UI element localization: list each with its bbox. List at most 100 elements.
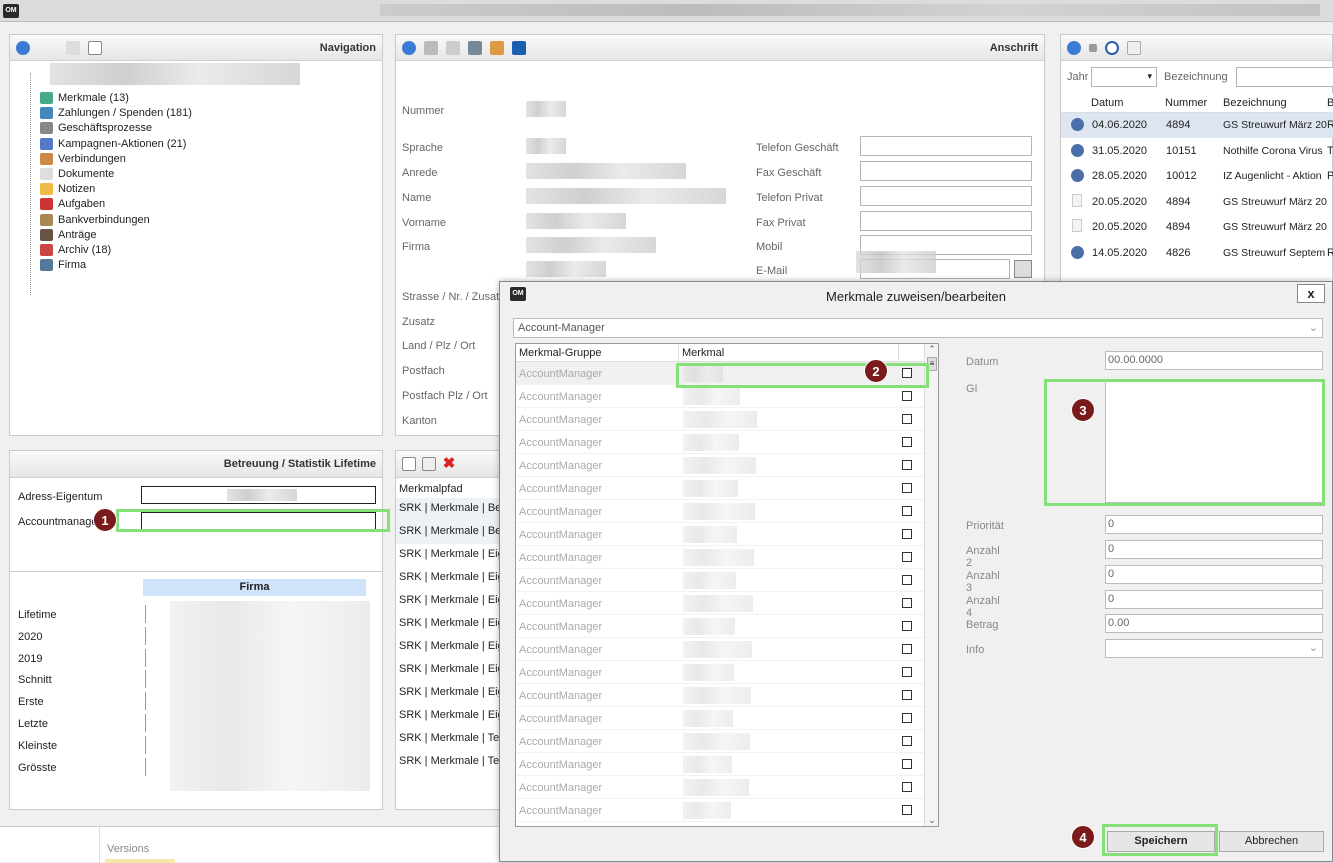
- globe-icon[interactable]: [402, 40, 416, 55]
- merkmal-row[interactable]: AccountManager: [516, 776, 924, 799]
- refresh-icon[interactable]: [424, 40, 438, 55]
- edit-document-icon[interactable]: [422, 457, 436, 471]
- merkmal-checkbox[interactable]: [902, 575, 912, 585]
- merkmalpfad-row[interactable]: SRK | Merkmale | Tech: [396, 728, 504, 751]
- tree-item[interactable]: Merkmale (13): [58, 91, 129, 106]
- merkmal-checkbox[interactable]: [902, 621, 912, 631]
- save-icon[interactable]: [512, 40, 526, 55]
- merkmal-row[interactable]: AccountManager: [516, 523, 924, 546]
- detail-input[interactable]: 0: [1105, 540, 1323, 559]
- payment-row[interactable]: 28.05.2020 10012 IZ Augenlicht - Aktion P: [1061, 164, 1333, 189]
- stop-icon[interactable]: [1089, 43, 1097, 52]
- new-document-icon[interactable]: [88, 40, 102, 55]
- detail-input[interactable]: 00.00.0000: [1105, 351, 1323, 370]
- merkmal-row[interactable]: AccountManager: [516, 638, 924, 661]
- payment-row[interactable]: 14.05.2020 4826 GS Streuwurf Septem R: [1061, 241, 1333, 266]
- merkmal-checkbox[interactable]: [902, 690, 912, 700]
- merkmal-checkbox[interactable]: [902, 736, 912, 746]
- merkmal-checkbox[interactable]: [902, 391, 912, 401]
- tree-item[interactable]: Bankverbindungen: [58, 213, 150, 228]
- merkmal-checkbox[interactable]: [902, 782, 912, 792]
- close-button[interactable]: x: [1297, 284, 1325, 303]
- merkmal-row[interactable]: AccountManager: [516, 592, 924, 615]
- merkmal-checkbox[interactable]: [902, 598, 912, 608]
- merkmal-checkbox[interactable]: [902, 437, 912, 447]
- merkmal-row[interactable]: AccountManager: [516, 684, 924, 707]
- scroll-up-icon[interactable]: ⌃: [925, 344, 938, 355]
- merkmal-checkbox[interactable]: [902, 529, 912, 539]
- tree-item[interactable]: Archiv (18): [58, 243, 111, 258]
- merkmal-row[interactable]: AccountManager: [516, 799, 924, 822]
- document-icon[interactable]: [66, 40, 80, 55]
- merkmal-row[interactable]: AccountManager: [516, 408, 924, 431]
- search-icon[interactable]: [1105, 40, 1119, 55]
- tree-item[interactable]: Dokumente: [58, 167, 114, 182]
- merkmal-row[interactable]: AccountManager: [516, 661, 924, 684]
- merkmal-checkbox[interactable]: [902, 644, 912, 654]
- merkmal-row[interactable]: AccountManager: [516, 753, 924, 776]
- contact-input[interactable]: [860, 136, 1032, 156]
- grid-scrollbar[interactable]: ⌃ ≡ ⌄: [924, 344, 938, 826]
- tree-item[interactable]: Verbindungen: [58, 152, 126, 167]
- scroll-down-icon[interactable]: ⌄: [925, 815, 938, 826]
- merkmal-row[interactable]: AccountManager: [516, 730, 924, 753]
- detail-input[interactable]: 0.00: [1105, 614, 1323, 633]
- payment-row[interactable]: 04.06.2020 4894 GS Streuwurf März 20 R: [1061, 113, 1333, 138]
- detail-input[interactable]: 0: [1105, 565, 1323, 584]
- people-icon[interactable]: [490, 40, 504, 55]
- merkmalpfad-row[interactable]: SRK | Merkmale | Eiger: [396, 636, 504, 659]
- merkmal-row[interactable]: AccountManager: [516, 707, 924, 730]
- tree-item[interactable]: Notizen: [58, 182, 95, 197]
- payment-row[interactable]: 20.05.2020 4894 GS Streuwurf März 20: [1061, 215, 1333, 240]
- jahr-select[interactable]: ▾: [1091, 67, 1157, 87]
- document-icon[interactable]: [1127, 40, 1141, 55]
- merkmal-row[interactable]: AccountManager: [516, 615, 924, 638]
- clipboard-icon[interactable]: [1014, 260, 1032, 278]
- merkmal-row[interactable]: AccountManager: [516, 431, 924, 454]
- adress-eigentum-field[interactable]: [141, 486, 376, 504]
- tree-item[interactable]: Zahlungen / Spenden (181): [58, 106, 192, 121]
- new-document-icon[interactable]: [402, 457, 416, 471]
- merkmal-checkbox[interactable]: [902, 759, 912, 769]
- merkmal-row[interactable]: AccountManager: [516, 477, 924, 500]
- merkmalpfad-row[interactable]: SRK | Merkmale | Eiger: [396, 613, 504, 636]
- refresh-icon[interactable]: [16, 40, 30, 55]
- merkmal-row[interactable]: AccountManager: [516, 385, 924, 408]
- copy-icon[interactable]: [446, 40, 460, 55]
- merkmalpfad-row[interactable]: SRK | Merkmale | Eiger: [396, 682, 504, 705]
- merkmalpfad-row[interactable]: SRK | Merkmale | Eiger: [396, 705, 504, 728]
- cancel-button[interactable]: Abbrechen: [1219, 831, 1324, 852]
- merkmalpfad-row[interactable]: SRK | Merkmale | Eiger: [396, 567, 504, 590]
- person-lock-icon[interactable]: [468, 40, 482, 55]
- merkmal-row[interactable]: AccountManager: [516, 569, 924, 592]
- merkmal-checkbox[interactable]: [902, 713, 912, 723]
- payment-row[interactable]: 31.05.2020 10151 Nothilfe Corona Virus T: [1061, 139, 1333, 164]
- merkmal-checkbox[interactable]: [902, 460, 912, 470]
- payment-row[interactable]: 20.05.2020 4894 GS Streuwurf März 20: [1061, 190, 1333, 215]
- merkmalpfad-row[interactable]: SRK | Merkmale | Bezi: [396, 521, 504, 544]
- merkmal-group-select[interactable]: Account-Manager ⌄: [513, 318, 1323, 338]
- merkmalpfad-row[interactable]: SRK | Merkmale | Eiger: [396, 659, 504, 682]
- merkmalpfad-row[interactable]: SRK | Merkmale | Eiger: [396, 544, 504, 567]
- info-select[interactable]: ⌄: [1105, 639, 1323, 658]
- merkmal-checkbox[interactable]: [902, 552, 912, 562]
- tree-item[interactable]: Geschäftsprozesse: [58, 121, 152, 136]
- tree-item[interactable]: Aufgaben: [58, 197, 105, 212]
- merkmalpfad-row[interactable]: SRK | Merkmale | Eiger: [396, 590, 504, 613]
- contact-input[interactable]: [860, 186, 1032, 206]
- detail-input[interactable]: 0: [1105, 590, 1323, 609]
- tree-item[interactable]: Anträge: [58, 228, 97, 243]
- merkmal-checkbox[interactable]: [902, 805, 912, 815]
- contact-input[interactable]: [860, 211, 1032, 231]
- refresh-icon[interactable]: [1067, 40, 1081, 55]
- delete-icon[interactable]: ✖: [442, 456, 456, 471]
- merkmalpfad-row[interactable]: SRK | Merkmale | Bezi: [396, 498, 504, 521]
- merkmal-checkbox[interactable]: [902, 414, 912, 424]
- merkmal-row[interactable]: AccountManager: [516, 546, 924, 569]
- merkmal-row[interactable]: AccountManager: [516, 500, 924, 523]
- tree-item[interactable]: Firma: [58, 258, 86, 273]
- merkmal-row[interactable]: AccountManager: [516, 454, 924, 477]
- merkmal-checkbox[interactable]: [902, 506, 912, 516]
- merkmal-checkbox[interactable]: [902, 667, 912, 677]
- merkmalpfad-row[interactable]: SRK | Merkmale | Tech: [396, 751, 504, 774]
